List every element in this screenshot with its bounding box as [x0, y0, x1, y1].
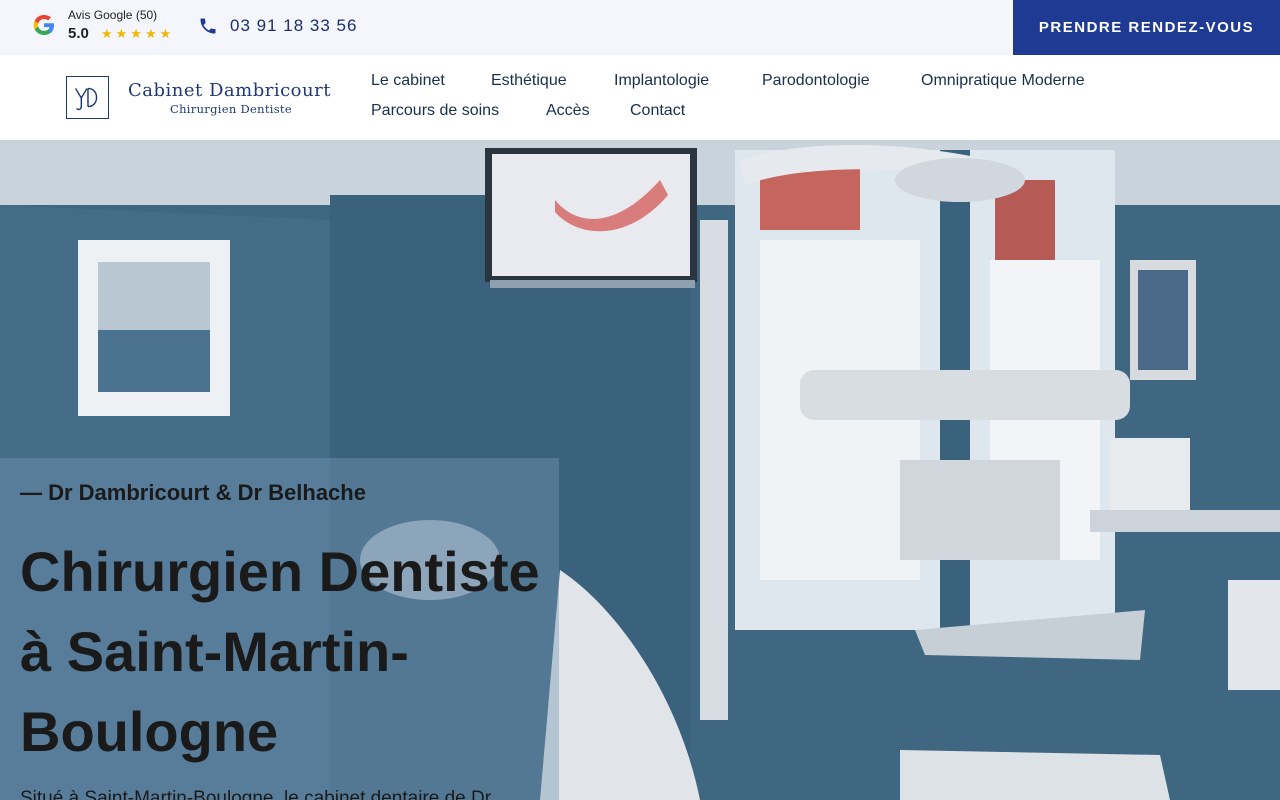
nav-item-parodontologie[interactable]: Parodontologie: [762, 72, 870, 90]
star-rating-icon: ★★★★★: [101, 26, 175, 41]
nav-item-esthetique[interactable]: Esthétique: [491, 72, 567, 90]
hero-title: Chirurgien Dentiste à Saint-Martin-Boulo…: [20, 540, 540, 763]
hero-eyebrow: — Dr Dambricourt & Dr Belhache: [20, 480, 366, 505]
top-bar: Avis Google (50) 5.0 ★★★★★ 03 91 18 33 5…: [0, 0, 1280, 55]
logo-name[interactable]: Cabinet Dambricourt: [128, 80, 331, 101]
site-header: Cabinet Dambricourt Chirurgien Dentiste …: [0, 55, 1280, 140]
nav-item-acces[interactable]: Accès: [546, 102, 590, 120]
google-review-score: 5.0: [68, 25, 89, 42]
nav-item-implantologie[interactable]: Implantologie: [614, 72, 709, 90]
phone-number-link[interactable]: 03 91 18 33 56: [230, 16, 357, 36]
nav-item-omnipratique-moderne[interactable]: Omnipratique Moderne: [921, 72, 1085, 90]
nav-item-parcours-de-soins[interactable]: Parcours de soins: [371, 102, 499, 120]
google-icon: [33, 15, 54, 35]
logo-monogram-icon[interactable]: [66, 76, 109, 119]
nav-item-contact[interactable]: Contact: [630, 102, 685, 120]
book-appointment-button[interactable]: PRENDRE RENDEZ-VOUS: [1013, 0, 1280, 55]
hero-intro-text: Situé à Saint-Martin-Boulogne, le cabine…: [20, 788, 492, 800]
phone-icon: [200, 18, 216, 34]
google-review-label: Avis Google (50): [68, 8, 158, 22]
logo-subtitle: Chirurgien Dentiste: [170, 102, 292, 116]
hero-section: — Dr Dambricourt & Dr Belhache Chirurgie…: [0, 140, 1280, 800]
nav-item-le-cabinet[interactable]: Le cabinet: [371, 72, 445, 90]
